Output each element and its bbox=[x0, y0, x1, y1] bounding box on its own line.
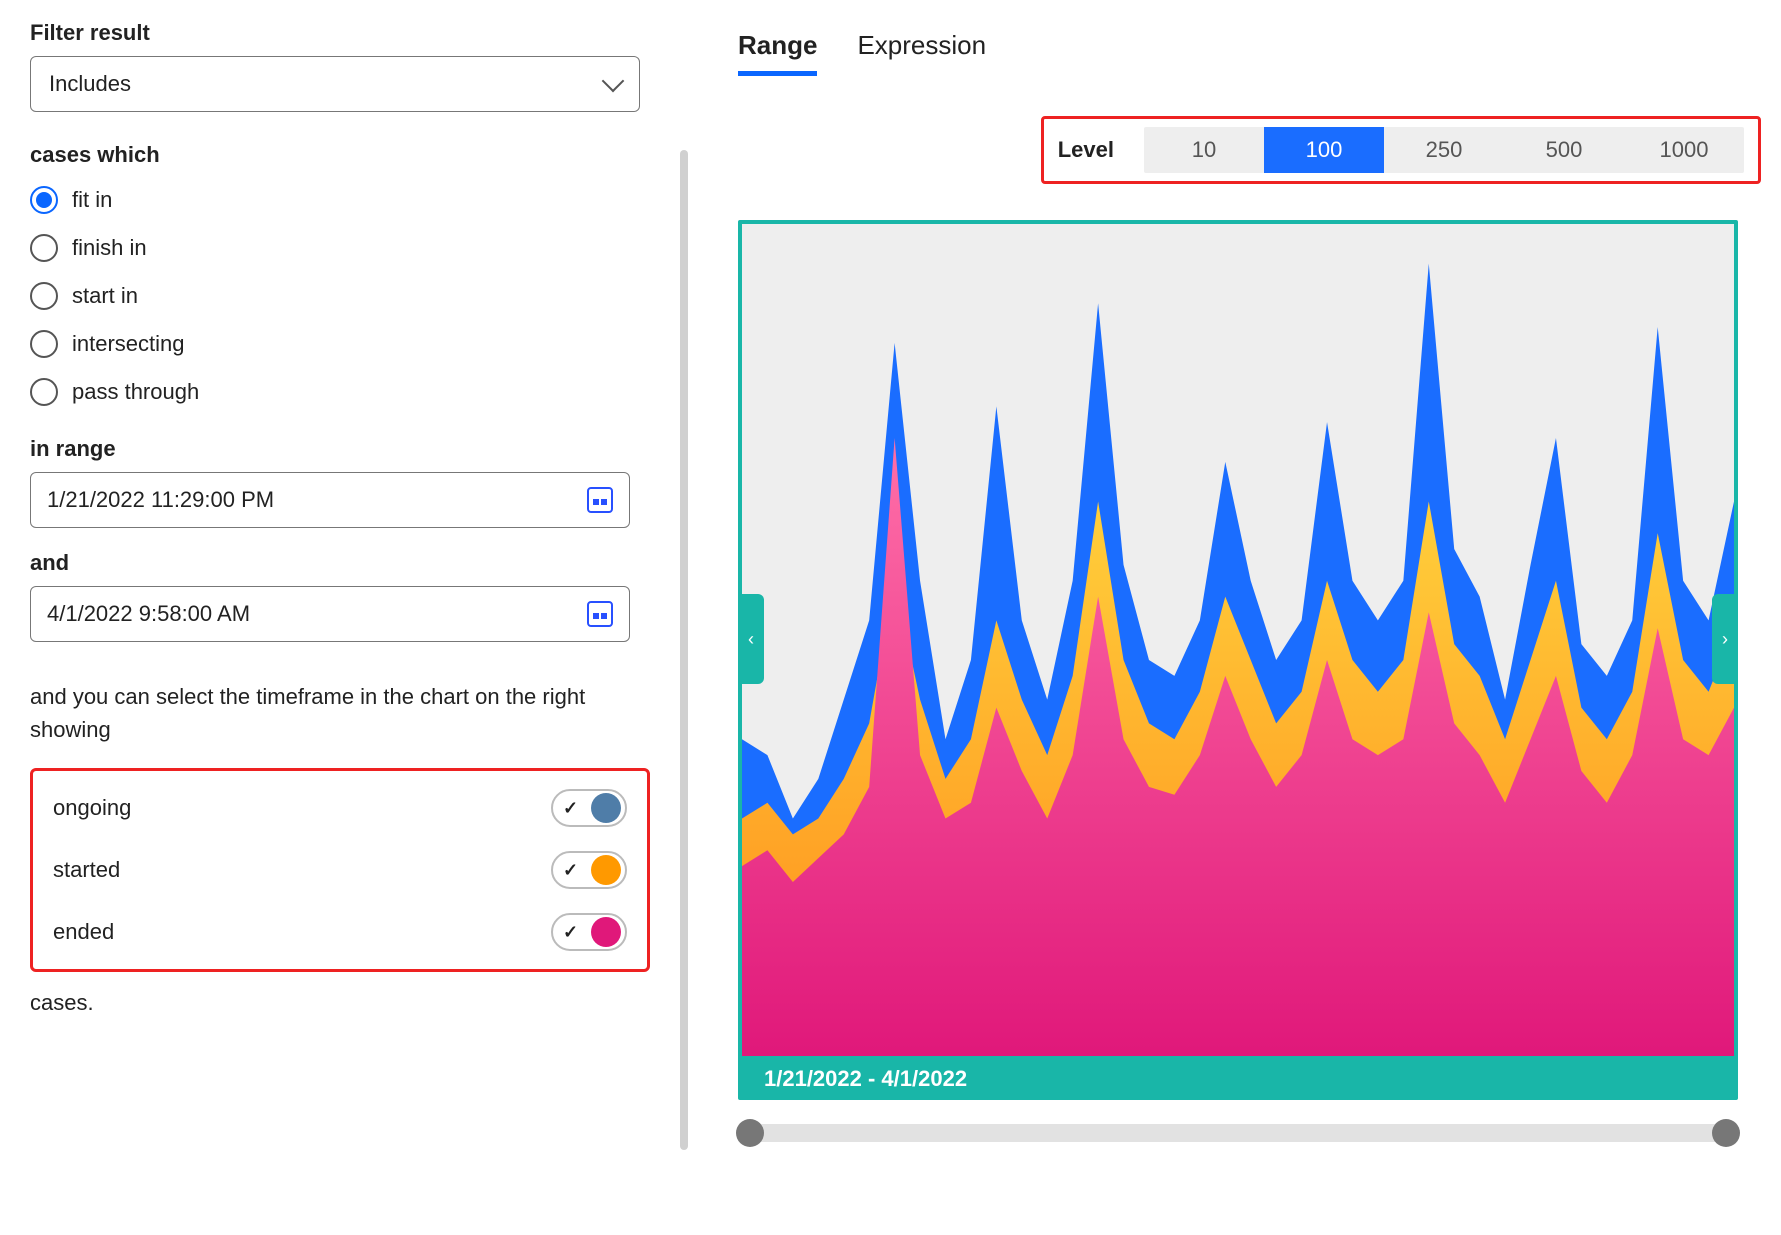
zoom-slider[interactable] bbox=[738, 1124, 1738, 1142]
filter-result-value: Includes bbox=[49, 71, 131, 97]
radio-icon bbox=[30, 330, 58, 358]
date-start-input[interactable]: 1/21/2022 11:29:00 PM bbox=[30, 472, 630, 528]
toggle-ended[interactable]: ✓ bbox=[551, 913, 627, 951]
radio-finish-in[interactable]: finish in bbox=[30, 234, 650, 262]
timeframe-sentence: and you can select the timeframe in the … bbox=[30, 680, 650, 746]
range-handle-left[interactable]: ‹ bbox=[738, 594, 764, 684]
toggle-knob bbox=[591, 793, 621, 823]
toggle-row-ongoing: ongoing ✓ bbox=[53, 789, 627, 827]
level-segmented: 101002505001000 bbox=[1144, 127, 1744, 173]
chart-range-text: 1/21/2022 - 4/1/2022 bbox=[764, 1066, 967, 1092]
chevron-down-icon bbox=[602, 70, 625, 93]
date-end-input[interactable]: 4/1/2022 9:58:00 AM bbox=[30, 586, 630, 642]
radio-fit-in[interactable]: fit in bbox=[30, 186, 650, 214]
filter-result-label: Filter result bbox=[30, 20, 650, 46]
timeline-chart[interactable]: 1/21/2022 - 4/1/2022 ‹ › bbox=[738, 220, 1738, 1100]
radio-label: fit in bbox=[72, 187, 112, 213]
toggle-label: ended bbox=[53, 919, 114, 945]
series-toggle-group: ongoing ✓ started ✓ ended ✓ bbox=[30, 768, 650, 972]
mode-tabs: Range Expression bbox=[738, 30, 1761, 76]
radio-pass-through[interactable]: pass through bbox=[30, 378, 650, 406]
range-handle-right[interactable]: › bbox=[1712, 594, 1738, 684]
toggle-ongoing[interactable]: ✓ bbox=[551, 789, 627, 827]
radio-intersecting[interactable]: intersecting bbox=[30, 330, 650, 358]
slider-handle-right[interactable] bbox=[1712, 1119, 1740, 1147]
cases-which-label: cases which bbox=[30, 142, 650, 168]
date-start-value: 1/21/2022 11:29:00 PM bbox=[47, 487, 274, 513]
radio-icon bbox=[30, 186, 58, 214]
check-icon: ✓ bbox=[563, 798, 578, 819]
check-icon: ✓ bbox=[563, 922, 578, 943]
toggle-row-started: started ✓ bbox=[53, 851, 627, 889]
radio-start-in[interactable]: start in bbox=[30, 282, 650, 310]
toggle-knob bbox=[591, 855, 621, 885]
level-500[interactable]: 500 bbox=[1504, 127, 1624, 173]
cases-trail: cases. bbox=[30, 990, 650, 1016]
level-100[interactable]: 100 bbox=[1264, 127, 1384, 173]
radio-label: pass through bbox=[72, 379, 199, 405]
filter-panel: Filter result Includes cases which fit i… bbox=[0, 0, 680, 1235]
toggle-knob bbox=[591, 917, 621, 947]
toggle-row-ended: ended ✓ bbox=[53, 913, 627, 951]
date-end-value: 4/1/2022 9:58:00 AM bbox=[47, 601, 250, 627]
in-range-label: in range bbox=[30, 436, 650, 462]
and-label: and bbox=[30, 550, 650, 576]
level-selector: Level 101002505001000 bbox=[1041, 116, 1761, 184]
radio-icon bbox=[30, 282, 58, 310]
radio-label: finish in bbox=[72, 235, 147, 261]
tab-expression[interactable]: Expression bbox=[857, 30, 986, 76]
radio-label: intersecting bbox=[72, 331, 185, 357]
calendar-icon[interactable] bbox=[587, 487, 613, 513]
level-1000[interactable]: 1000 bbox=[1624, 127, 1744, 173]
chart-panel: Range Expression Level 101002505001000 1/… bbox=[688, 0, 1781, 1235]
calendar-icon[interactable] bbox=[587, 601, 613, 627]
level-250[interactable]: 250 bbox=[1384, 127, 1504, 173]
level-label: Level bbox=[1058, 137, 1114, 163]
pane-divider[interactable] bbox=[680, 150, 688, 1150]
radio-icon bbox=[30, 378, 58, 406]
check-icon: ✓ bbox=[563, 860, 578, 881]
toggle-started[interactable]: ✓ bbox=[551, 851, 627, 889]
level-10[interactable]: 10 bbox=[1144, 127, 1264, 173]
toggle-label: started bbox=[53, 857, 120, 883]
radio-icon bbox=[30, 234, 58, 262]
tab-range[interactable]: Range bbox=[738, 30, 817, 76]
toggle-label: ongoing bbox=[53, 795, 131, 821]
radio-label: start in bbox=[72, 283, 138, 309]
slider-handle-left[interactable] bbox=[736, 1119, 764, 1147]
filter-result-select[interactable]: Includes bbox=[30, 56, 640, 112]
